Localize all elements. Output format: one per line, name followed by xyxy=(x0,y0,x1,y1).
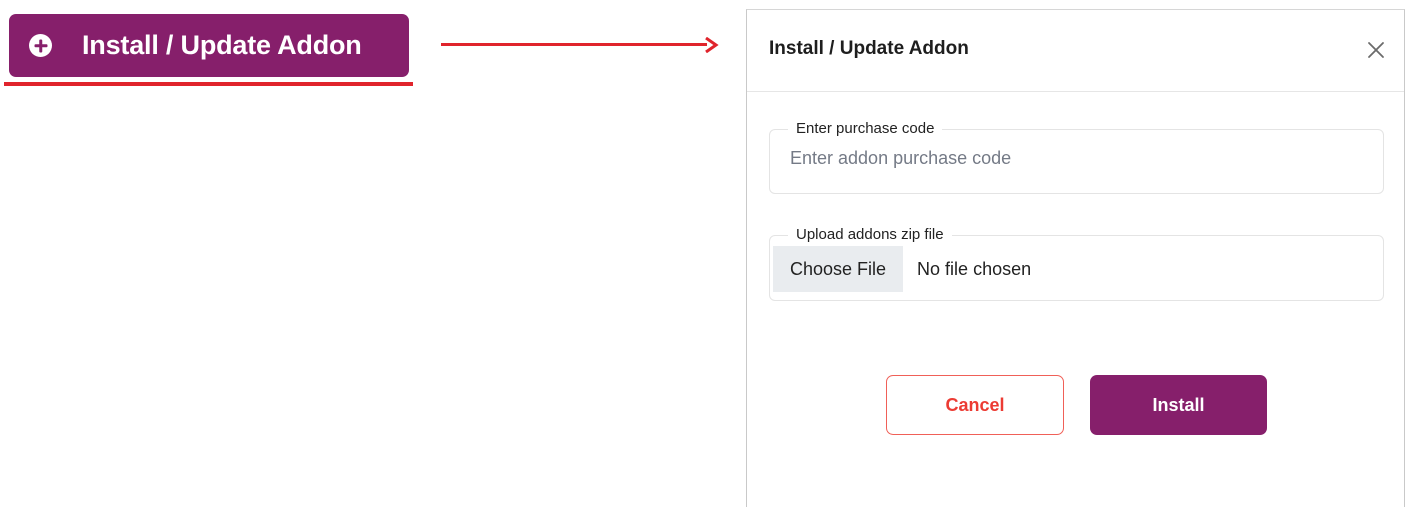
zip-upload-fieldset: Upload addons zip file Choose File No fi… xyxy=(769,226,1384,301)
modal-header: Install / Update Addon xyxy=(747,10,1404,92)
cancel-button[interactable]: Cancel xyxy=(886,375,1064,435)
install-button[interactable]: Install xyxy=(1090,375,1267,435)
plus-circle-icon xyxy=(29,34,52,57)
install-update-addon-button[interactable]: Install / Update Addon xyxy=(9,14,409,77)
modal-title: Install / Update Addon xyxy=(769,38,969,59)
purchase-code-legend: Enter purchase code xyxy=(788,120,943,137)
file-status-text: No file chosen xyxy=(917,258,1032,279)
close-icon[interactable] xyxy=(1366,40,1386,60)
install-update-addon-label: Install / Update Addon xyxy=(82,30,362,60)
purchase-code-fieldset: Enter purchase code xyxy=(769,120,1384,194)
file-input[interactable]: Choose File No file chosen xyxy=(773,246,1031,292)
zip-upload-legend: Upload addons zip file xyxy=(788,226,952,243)
purchase-code-input[interactable] xyxy=(790,148,1350,169)
screenshot-stage: Install / Update Addon Install / Update … xyxy=(0,0,1411,507)
annotation-arrow-line xyxy=(441,43,707,46)
annotation-underline xyxy=(4,82,413,86)
install-addon-modal: Install / Update Addon Enter purchase co… xyxy=(746,9,1405,507)
choose-file-button[interactable]: Choose File xyxy=(773,246,904,292)
